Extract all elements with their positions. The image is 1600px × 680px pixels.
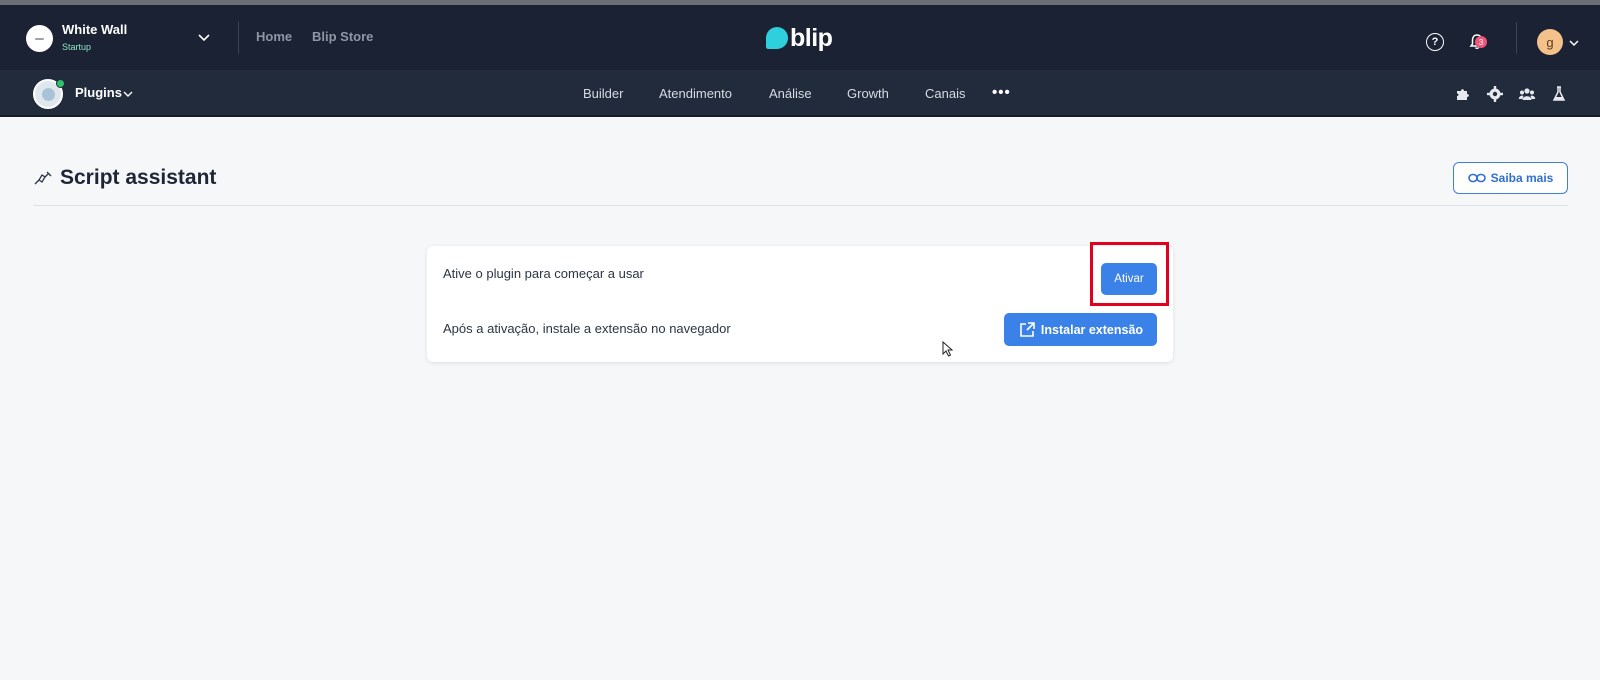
user-avatar[interactable]: g — [1537, 29, 1563, 55]
plugin-icon — [34, 171, 52, 185]
gear-icon[interactable] — [1486, 85, 1504, 103]
brand-wordmark: blip — [790, 23, 833, 52]
link-icon — [1467, 173, 1486, 183]
learn-more-label: Saiba mais — [1490, 171, 1554, 185]
brand-logo[interactable]: blip — [766, 23, 833, 53]
install-extension-button[interactable]: Instalar extensão — [1004, 313, 1157, 346]
context-selector-label[interactable]: Plugins — [75, 85, 122, 100]
highlight-annotation — [1090, 242, 1169, 306]
blip-bubble-icon — [766, 27, 788, 49]
nav-atendimento[interactable]: Atendimento — [659, 86, 732, 101]
top-header: White Wall Startup Home Blip Store blip … — [0, 5, 1600, 70]
nav-canais[interactable]: Canais — [925, 86, 965, 101]
home-link[interactable]: Home — [256, 29, 292, 44]
flask-icon[interactable] — [1550, 85, 1568, 103]
nav-growth[interactable]: Growth — [847, 86, 889, 101]
more-options-icon[interactable]: ••• — [992, 84, 1011, 101]
page-title: Script assistant — [60, 166, 217, 189]
header-divider-right — [1516, 22, 1517, 54]
puzzle-icon[interactable] — [1454, 85, 1472, 103]
online-status-dot — [56, 79, 65, 88]
nav-builder[interactable]: Builder — [583, 86, 623, 101]
blip-store-link[interactable]: Blip Store — [312, 29, 373, 44]
header-divider — [238, 22, 239, 54]
chevron-down-icon[interactable] — [122, 88, 134, 100]
install-extension-label: Instalar extensão — [1040, 322, 1144, 337]
org-plan: Startup — [62, 42, 92, 52]
nav-analise[interactable]: Análise — [769, 86, 812, 101]
chevron-down-icon[interactable] — [196, 29, 212, 45]
install-instruction: Após a ativação, instale a extensão no n… — [443, 321, 731, 336]
users-icon[interactable] — [1518, 85, 1536, 103]
chevron-down-icon[interactable] — [1567, 36, 1581, 50]
external-link-icon — [1020, 321, 1035, 337]
sub-navigation: Plugins Builder Atendimento Análise Grow… — [0, 70, 1600, 117]
mouse-cursor-icon — [942, 341, 954, 357]
notification-badge: 3 — [1475, 36, 1487, 48]
org-name[interactable]: White Wall — [62, 22, 127, 37]
help-icon[interactable]: ? — [1426, 33, 1444, 51]
learn-more-button[interactable]: Saiba mais — [1453, 162, 1568, 194]
activate-instruction: Ative o plugin para começar a usar — [443, 266, 644, 281]
org-logo[interactable] — [26, 25, 53, 52]
header-separator — [33, 205, 1568, 206]
